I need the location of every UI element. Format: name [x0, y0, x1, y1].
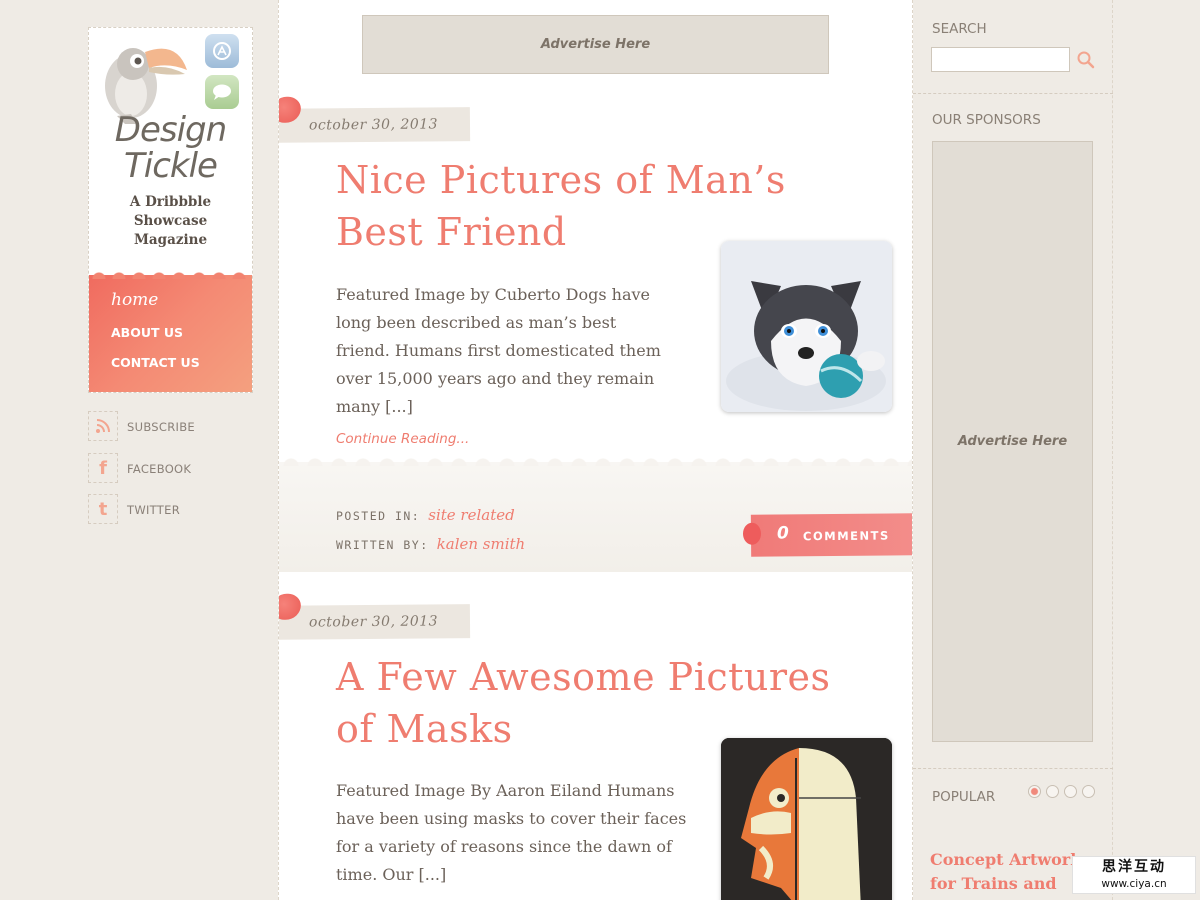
slider-dot[interactable]: [1064, 785, 1077, 798]
main-nav: home ABOUT US CONTACT US: [89, 269, 252, 392]
post-excerpt: Featured Image By Aaron Eiland Humans ha…: [336, 781, 687, 884]
nav-contact-us[interactable]: CONTACT US: [111, 355, 200, 370]
rss-icon: [88, 411, 118, 441]
site-title-line1: Design: [114, 110, 227, 150]
paint-blob-icon: [279, 96, 301, 123]
search-icon[interactable]: [1076, 50, 1096, 70]
slider-dot[interactable]: [1046, 785, 1059, 798]
post-date-tag: october 30, 2013: [279, 96, 471, 143]
facebook-link[interactable]: f FACEBOOK: [88, 453, 258, 485]
site-logo-panel: Design Tickle A Dribbble Showcase Magazi…: [88, 27, 253, 393]
main-content: Advertise Here october 30, 2013 Nice Pic…: [278, 0, 913, 900]
post-date-tag: october 30, 2013: [279, 593, 471, 640]
post-article: october 30, 2013 Nice Pictures of Man’s …: [279, 96, 912, 572]
facebook-icon: f: [88, 453, 118, 483]
twitter-icon: t: [88, 494, 118, 524]
search-input[interactable]: [931, 47, 1070, 72]
site-title[interactable]: Design Tickle: [89, 112, 252, 184]
twitter-link[interactable]: t TWITTER: [88, 494, 258, 526]
nav-about-us[interactable]: ABOUT US: [111, 325, 183, 340]
watermark-title: 思洋互动: [1102, 859, 1166, 875]
post-excerpt: Featured Image by Cuberto Dogs have long…: [336, 285, 661, 416]
facebook-label: FACEBOOK: [127, 462, 192, 476]
post-date: october 30, 2013: [308, 116, 439, 134]
posted-in-label: POSTED IN:: [336, 509, 421, 523]
popular-slider-dots: [1028, 785, 1095, 798]
site-tagline: A Dribbble Showcase Magazine: [129, 194, 212, 248]
tiger-mask-image: [721, 738, 892, 900]
slider-dot[interactable]: [1082, 785, 1095, 798]
post-thumbnail[interactable]: [721, 738, 892, 900]
husky-puppy-image: [721, 241, 892, 412]
sponsor-ad[interactable]: Advertise Here: [932, 141, 1093, 742]
posted-in-row: POSTED IN: site related: [336, 506, 515, 524]
search-title: SEARCH: [932, 21, 987, 37]
nav-home[interactable]: home: [111, 290, 158, 310]
sponsors-title: OUR SPONSORS: [932, 112, 1041, 128]
continue-reading-link[interactable]: Continue Reading...: [336, 431, 469, 447]
popular-post-link[interactable]: Concept Artwork for Trains and: [930, 848, 1090, 896]
twitter-label: TWITTER: [127, 503, 180, 517]
post-thumbnail[interactable]: [721, 241, 892, 412]
written-by-label: WRITTEN BY:: [336, 538, 429, 552]
watermark-badge: 思洋互动 www.ciya.cn: [1072, 856, 1196, 894]
divider: [913, 93, 1113, 94]
messages-icon[interactable]: [205, 75, 239, 109]
category-link[interactable]: site related: [428, 506, 514, 524]
subscribe-label: SUBSCRIBE: [127, 420, 195, 434]
watermark-url: www.ciya.cn: [1101, 878, 1167, 890]
top-ad-banner[interactable]: Advertise Here: [362, 15, 829, 74]
popular-title: POPULAR: [932, 789, 996, 805]
app-store-icon[interactable]: [205, 34, 239, 68]
divider: [913, 768, 1113, 769]
site-title-line2: Tickle: [124, 146, 218, 186]
slider-dot[interactable]: [1028, 785, 1041, 798]
right-sidebar: SEARCH OUR SPONSORS Advertise Here POPUL…: [913, 0, 1113, 900]
post-article: october 30, 2013 A Few Awesome Pictures …: [279, 593, 912, 900]
comment-count: 0: [776, 523, 789, 544]
paint-blob-icon: [742, 522, 762, 545]
paint-blob-icon: [279, 593, 301, 620]
comments-button[interactable]: 0 COMMENTS: [742, 513, 912, 557]
written-by-row: WRITTEN BY: kalen smith: [336, 535, 525, 553]
author-link[interactable]: kalen smith: [437, 535, 526, 553]
subscribe-link[interactable]: SUBSCRIBE: [88, 411, 258, 443]
post-date: october 30, 2013: [308, 613, 439, 631]
comments-label: COMMENTS: [802, 528, 890, 544]
